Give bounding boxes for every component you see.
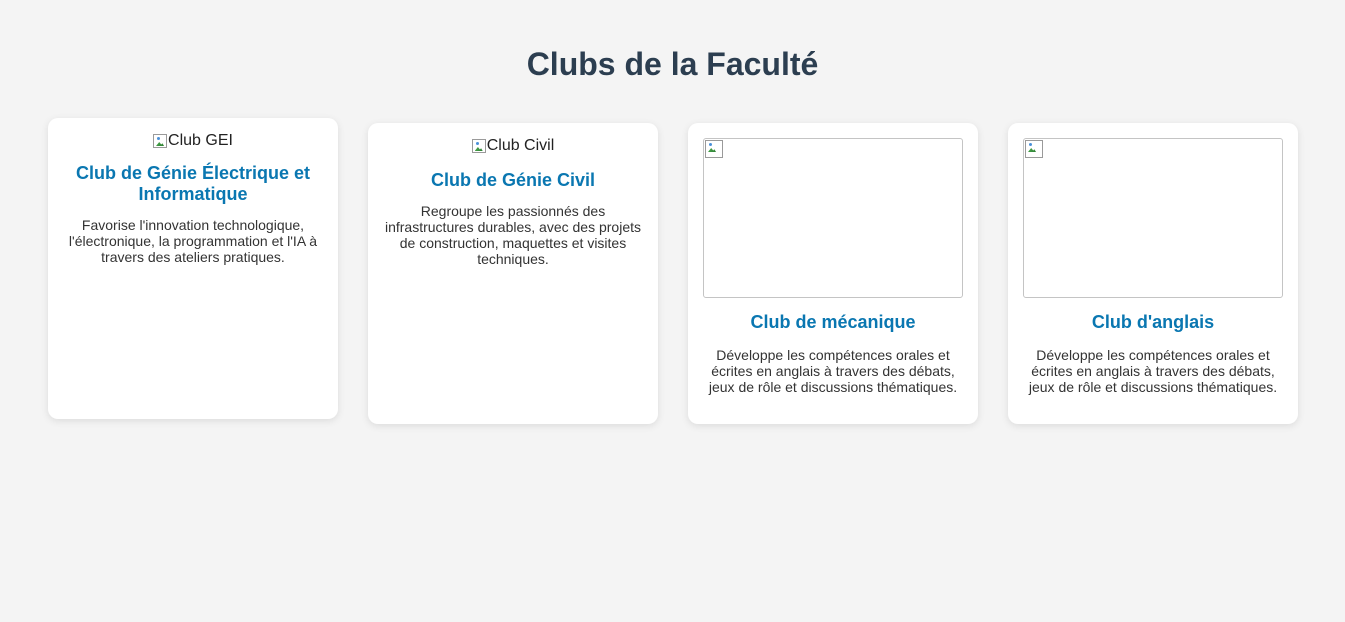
- club-image-alt: Club Civil: [486, 137, 555, 154]
- club-title: Club d'anglais: [1091, 312, 1215, 332]
- broken-image-icon: [471, 139, 486, 153]
- club-title: Club de Génie Électrique et Informatique: [75, 163, 311, 204]
- club-description: Développe les compétences orales et écri…: [1028, 347, 1278, 395]
- club-image: Club GEI: [153, 133, 233, 149]
- club-description: Favorise l'innovation technologique, l'é…: [68, 217, 318, 265]
- club-title: Club de mécanique: [750, 312, 916, 332]
- club-description: Regroupe les passionnés des infrastructu…: [384, 203, 641, 267]
- club-card-gei: Club GEI Club de Génie Électrique et Inf…: [48, 118, 338, 419]
- club-image-alt: Club GEI: [168, 132, 233, 149]
- page-title: Clubs de la Faculté: [526, 46, 819, 82]
- broken-image-icon: [153, 134, 168, 148]
- club-image: Club Civil: [471, 137, 555, 154]
- club-card-mecanique: Club de mécanique Développe les compéten…: [688, 123, 978, 424]
- club-image: [1023, 138, 1283, 298]
- club-title: Club de Génie Civil: [430, 170, 596, 190]
- club-description: Développe les compétences orales et écri…: [708, 347, 958, 395]
- club-image: [703, 138, 963, 298]
- broken-image-icon: [1025, 140, 1043, 158]
- club-card-civil: Club Civil Club de Génie Civil Regroupe …: [368, 123, 658, 424]
- club-card-anglais: Club d'anglais Développe les compétences…: [1008, 123, 1298, 424]
- broken-image-icon: [705, 140, 723, 158]
